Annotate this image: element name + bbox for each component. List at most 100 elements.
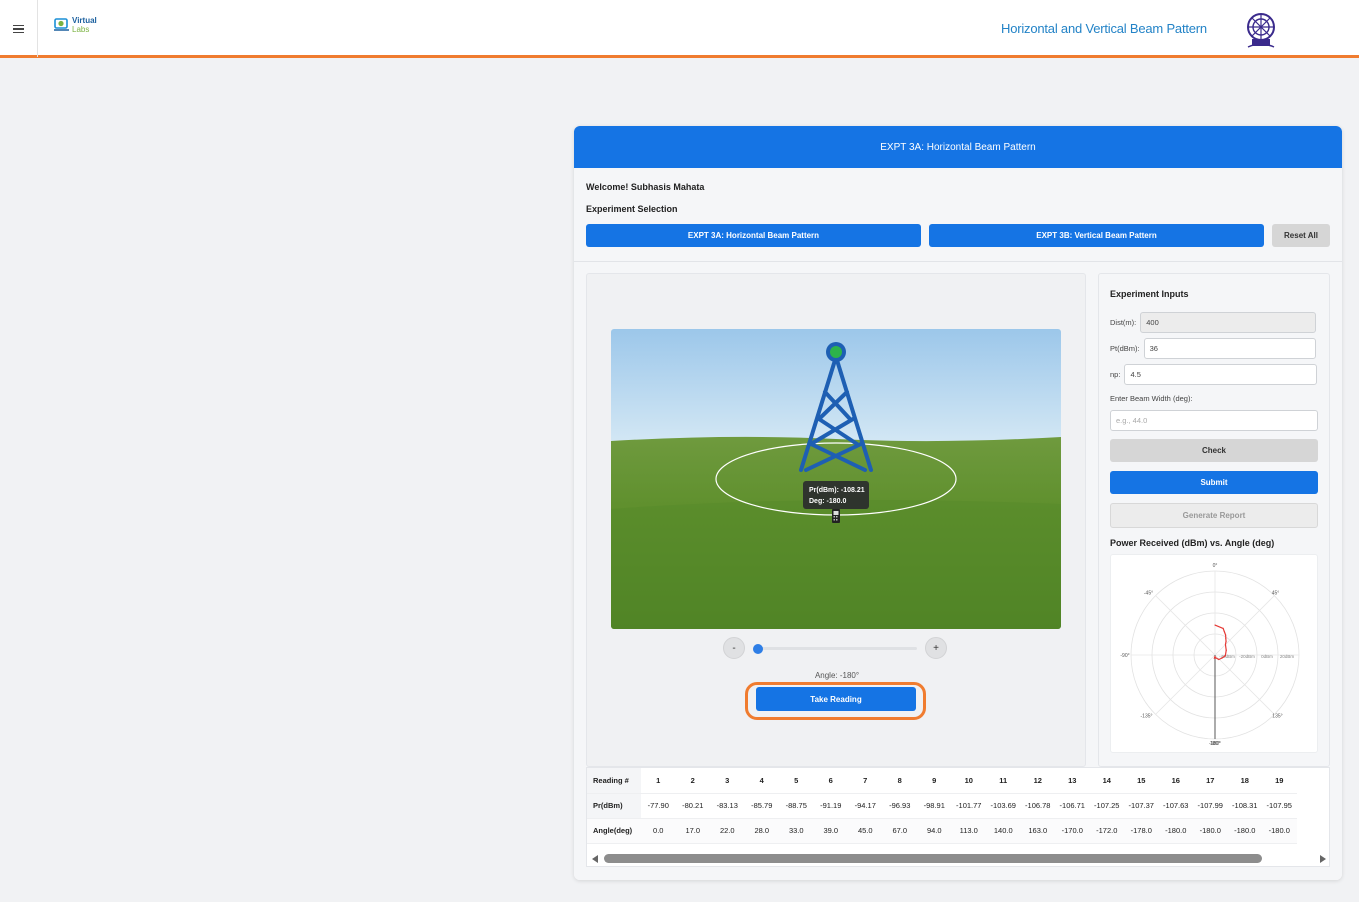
angle-value-cell: 140.0 (986, 818, 1021, 843)
pr-value-cell: -94.17 (854, 801, 876, 810)
generate-report-button[interactable]: Generate Report (1110, 503, 1318, 528)
pr-value-cell: -103.69 (990, 801, 1016, 810)
pr-value-cell: -96.93 (889, 801, 911, 810)
reading-number-cell: 11 (999, 775, 1008, 785)
expt-3a-button[interactable]: EXPT 3A: Horizontal Beam Pattern (586, 224, 921, 247)
np-input[interactable]: 4.5 (1124, 364, 1318, 385)
top-navbar: Virtual Labs Horizontal and Vertical Bea… (0, 0, 1359, 58)
reading-number-header: Reading # (587, 768, 641, 793)
hamburger-menu-button[interactable] (0, 0, 38, 57)
card-header-title: EXPT 3A: Horizontal Beam Pattern (574, 126, 1342, 168)
polar-data-point (1214, 624, 1216, 626)
angle-value-cell: -180.0 (1158, 818, 1193, 843)
pr-value-cell: -107.25 (1094, 801, 1120, 810)
polar-grid-spoke (1214, 595, 1275, 656)
angle-value-cell: 28.0 (744, 818, 779, 843)
tooltip-deg: Deg: -180.0 (809, 498, 846, 505)
dist-label: Dist(m): (1110, 318, 1137, 327)
reset-all-button[interactable]: Reset All (1272, 224, 1330, 247)
experiment-inputs-panel: Experiment Inputs Dist(m): 400 Pt(dBm): … (1098, 273, 1330, 767)
pr-value-cell: -80.21 (682, 801, 704, 810)
expt-3b-button[interactable]: EXPT 3B: Vertical Beam Pattern (929, 224, 1264, 247)
pr-value-cell: -108.31 (1232, 801, 1258, 810)
scroll-right-arrow-icon[interactable] (1320, 855, 1326, 863)
pr-value-cell: -77.90 (647, 801, 669, 810)
reading-number-cell: 10 (964, 775, 973, 785)
experiment-selection-label: Experiment Selection (586, 204, 678, 214)
experiment-selection-section: Welcome! Subhasis Mahata Experiment Sele… (574, 168, 1342, 262)
polar-angle-tick-label: 0° (1213, 563, 1218, 569)
signal-tooltip: Pr(dBm): -108.21 Deg: -180.0 (803, 481, 869, 509)
app-title: Horizontal and Vertical Beam Pattern (1001, 21, 1207, 36)
angle-value-cell: -180.0 (1193, 818, 1228, 843)
horizontal-scrollbar[interactable] (587, 852, 1329, 866)
table-row: Angle(deg) 0.0 17.0 22.0 28.0 33.0 39.0 45.0 67.… (587, 818, 1297, 843)
inputs-title: Experiment Inputs (1110, 289, 1189, 299)
angle-controls: - + (723, 637, 949, 661)
beam-width-input[interactable]: e.g., 44.0 (1110, 410, 1318, 431)
pr-value-cell: -98.91 (923, 801, 945, 810)
pr-value-cell: -91.19 (820, 801, 842, 810)
angle-value-cell: -172.0 (1089, 818, 1124, 843)
dist-input[interactable]: 400 (1140, 312, 1317, 333)
chart-title: Power Received (dBm) vs. Angle (deg) (1110, 538, 1275, 548)
polar-radial-tick-label: 20dBm (1280, 654, 1295, 659)
angle-value-cell: 163.0 (1020, 818, 1055, 843)
angle-value-cell: -178.0 (1124, 818, 1159, 843)
logo-text: Virtual Labs (72, 16, 97, 34)
beam-width-label: Enter Beam Width (deg): (1110, 394, 1193, 403)
simulation-scene: Pr(dBm): -108.21 Deg: -180.0 (611, 329, 1061, 629)
angle-value-cell: -180.0 (1227, 818, 1262, 843)
angle-value-cell: 94.0 (917, 818, 952, 843)
polar-data-point (1225, 649, 1227, 651)
pt-input[interactable]: 36 (1143, 338, 1316, 359)
polar-data-point (1225, 640, 1227, 642)
reading-number-cell: 1 (656, 775, 661, 785)
pr-value-cell: -107.99 (1197, 801, 1223, 810)
take-reading-button[interactable]: Take Reading (756, 687, 916, 711)
check-button[interactable]: Check (1110, 439, 1318, 462)
logo-line2: Labs (72, 25, 90, 34)
readings-table[interactable]: Reading #1 2 3 4 5 6 7 8 9 10 11 12 13 14 15 16 17 18 19 P… (586, 767, 1330, 867)
reading-number-cell: 16 (1171, 775, 1180, 785)
pt-label: Pt(dBm): (1110, 344, 1140, 353)
reading-number-cell: 13 (1068, 775, 1077, 785)
polar-data-point (1221, 657, 1223, 659)
reading-number-cell: 6 (828, 775, 833, 785)
angle-value-cell: 113.0 (951, 818, 986, 843)
virtual-labs-logo-icon (54, 18, 69, 31)
submit-button[interactable]: Submit (1110, 471, 1318, 494)
angle-row-label: Angle(deg) (587, 818, 641, 843)
angle-value-cell: 67.0 (882, 818, 917, 843)
welcome-text: Welcome! Subhasis Mahata (586, 182, 705, 192)
polar-chart: 0° 45° -45° -90° -135° 135° -180° 180° -40dBm -20… (1110, 554, 1318, 753)
increase-angle-button[interactable]: + (925, 637, 947, 659)
polar-grid-spoke (1214, 654, 1275, 715)
np-label: np: (1110, 370, 1121, 379)
reading-number-cell: 2 (690, 775, 695, 785)
scroll-left-arrow-icon[interactable] (592, 855, 598, 863)
reading-number-cell: 8 (897, 775, 902, 785)
scrollbar-thumb[interactable] (604, 854, 1262, 863)
mobile-receiver-icon[interactable] (832, 509, 840, 523)
angle-value-cell: -170.0 (1055, 818, 1090, 843)
main-section: Pr(dBm): -108.21 Deg: -180.0 - + Angle: … (574, 262, 1342, 880)
angle-slider-thumb[interactable] (753, 644, 763, 654)
reading-number-cell: 3 (725, 775, 730, 785)
polar-data-point (1223, 631, 1225, 633)
angle-slider[interactable] (753, 644, 917, 654)
pr-value-cell: -106.78 (1025, 801, 1051, 810)
polar-data-point (1225, 634, 1227, 636)
angle-value-cell: 39.0 (813, 818, 848, 843)
polar-grid-spoke (1155, 595, 1216, 656)
angle-value-cell: 33.0 (779, 818, 814, 843)
polar-radial-tick-label: 0dBm (1261, 654, 1273, 659)
polar-data-point (1218, 658, 1220, 661)
reading-number-cell: 5 (794, 775, 799, 785)
virtual-labs-logo[interactable]: Virtual Labs (52, 14, 102, 40)
angle-value-cell: 45.0 (848, 818, 883, 843)
pr-value-cell: -106.71 (1059, 801, 1085, 810)
angle-value-cell: -180.0 (1262, 818, 1297, 843)
decrease-angle-button[interactable]: - (723, 637, 745, 659)
pr-value-cell: -101.77 (956, 801, 982, 810)
